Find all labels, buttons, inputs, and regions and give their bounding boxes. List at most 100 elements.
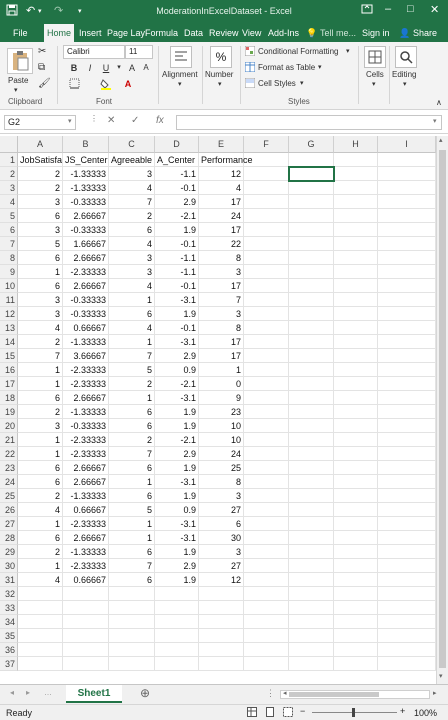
cell-d7[interactable]: -0.1 (155, 237, 199, 251)
next-sheet-icon[interactable]: ▸ (26, 688, 30, 697)
cell-e35[interactable] (199, 629, 244, 643)
alignment-button[interactable]: Alignment (162, 70, 198, 79)
cell-d30[interactable]: 2.9 (155, 559, 199, 573)
tab-review[interactable]: Review (209, 24, 239, 42)
row-header[interactable]: 8 (0, 251, 18, 265)
cell-a15[interactable]: 7 (18, 349, 63, 363)
cell-b15[interactable]: 3.66667 (63, 349, 109, 363)
row-header[interactable]: 11 (0, 293, 18, 307)
cell-i22[interactable] (378, 447, 436, 461)
cell-h30[interactable] (334, 559, 378, 573)
cell-f15[interactable] (244, 349, 289, 363)
cell-c21[interactable]: 2 (109, 433, 155, 447)
cell-d26[interactable]: 0.9 (155, 503, 199, 517)
row-header[interactable]: 18 (0, 391, 18, 405)
row-header[interactable]: 37 (0, 657, 18, 671)
borders-icon[interactable] (68, 78, 80, 90)
cell-g4[interactable] (289, 195, 334, 209)
new-sheet-icon[interactable]: ⊕ (140, 686, 150, 700)
cell-d32[interactable] (155, 587, 199, 601)
cell-e18[interactable]: 9 (199, 391, 244, 405)
cell-i33[interactable] (378, 601, 436, 615)
cell-a29[interactable]: 2 (18, 545, 63, 559)
close-icon[interactable]: ✕ (430, 3, 439, 16)
cell-e27[interactable]: 6 (199, 517, 244, 531)
row-header[interactable]: 16 (0, 363, 18, 377)
cell-d31[interactable]: 1.9 (155, 573, 199, 587)
paste-dropdown-icon[interactable]: ▾ (14, 86, 18, 94)
cell-i30[interactable] (378, 559, 436, 573)
cell-e14[interactable]: 17 (199, 335, 244, 349)
column-header-a[interactable]: A (18, 136, 63, 153)
cell-c18[interactable]: 1 (109, 391, 155, 405)
cell-i9[interactable] (378, 265, 436, 279)
cell-e16[interactable]: 1 (199, 363, 244, 377)
cell-i21[interactable] (378, 433, 436, 447)
cell-b25[interactable]: -1.33333 (63, 489, 109, 503)
cell-a26[interactable]: 4 (18, 503, 63, 517)
cell-d37[interactable] (155, 657, 199, 671)
cell-f10[interactable] (244, 279, 289, 293)
cell-h2[interactable] (334, 167, 378, 181)
cell-b12[interactable]: -0.33333 (63, 307, 109, 321)
cell-d4[interactable]: 2.9 (155, 195, 199, 209)
cell-h10[interactable] (334, 279, 378, 293)
cell-i19[interactable] (378, 405, 436, 419)
cell-c36[interactable] (109, 643, 155, 657)
font-name-select[interactable]: Calibri (63, 45, 125, 59)
cell-d19[interactable]: 1.9 (155, 405, 199, 419)
cell-d35[interactable] (155, 629, 199, 643)
cell-d11[interactable]: -3.1 (155, 293, 199, 307)
cell-c14[interactable]: 1 (109, 335, 155, 349)
cell-i26[interactable] (378, 503, 436, 517)
cell-b32[interactable] (63, 587, 109, 601)
tab-home[interactable]: Home (44, 24, 75, 42)
tab-view[interactable]: View (242, 24, 261, 42)
cell-b8[interactable]: 2.66667 (63, 251, 109, 265)
cell-f2[interactable] (244, 167, 289, 181)
tab-split-icon[interactable]: ⋮ (266, 688, 275, 699)
cell-g35[interactable] (289, 629, 334, 643)
cell-h27[interactable] (334, 517, 378, 531)
cell-h26[interactable] (334, 503, 378, 517)
cell-a20[interactable]: 3 (18, 419, 63, 433)
sheet-tab-sheet1[interactable]: Sheet1 (66, 685, 122, 703)
cell-a37[interactable] (18, 657, 63, 671)
cell-f28[interactable] (244, 531, 289, 545)
cell-a4[interactable]: 3 (18, 195, 63, 209)
cell-i11[interactable] (378, 293, 436, 307)
cell-f11[interactable] (244, 293, 289, 307)
row-header[interactable]: 22 (0, 447, 18, 461)
row-header[interactable]: 30 (0, 559, 18, 573)
alignment-icon[interactable] (170, 46, 192, 68)
cell-c23[interactable]: 6 (109, 461, 155, 475)
vertical-scrollbar[interactable]: ▴ ▾ (436, 136, 448, 684)
editing-button[interactable]: Editing (392, 70, 416, 79)
cell-c17[interactable]: 2 (109, 377, 155, 391)
cell-a28[interactable]: 6 (18, 531, 63, 545)
paste-label[interactable]: Paste (8, 76, 28, 85)
cell-c26[interactable]: 5 (109, 503, 155, 517)
cell-a16[interactable]: 1 (18, 363, 63, 377)
cell-d36[interactable] (155, 643, 199, 657)
cell-i20[interactable] (378, 419, 436, 433)
cell-c8[interactable]: 3 (109, 251, 155, 265)
cell-e10[interactable]: 17 (199, 279, 244, 293)
cell-e37[interactable] (199, 657, 244, 671)
horizontal-scroll-thumb[interactable] (289, 692, 379, 697)
cell-c4[interactable]: 7 (109, 195, 155, 209)
cell-b37[interactable] (63, 657, 109, 671)
cell-e15[interactable]: 17 (199, 349, 244, 363)
editing-search-icon[interactable] (395, 46, 417, 68)
tab-add-ins[interactable]: Add-Ins (268, 24, 299, 42)
cell-c29[interactable]: 6 (109, 545, 155, 559)
cell-e13[interactable]: 8 (199, 321, 244, 335)
cell-e23[interactable]: 25 (199, 461, 244, 475)
scroll-down-icon[interactable]: ▾ (439, 672, 443, 680)
row-header[interactable]: 5 (0, 209, 18, 223)
cell-e3[interactable]: 4 (199, 181, 244, 195)
cell-c33[interactable] (109, 601, 155, 615)
cell-d9[interactable]: -1.1 (155, 265, 199, 279)
cell-a10[interactable]: 6 (18, 279, 63, 293)
cell-h32[interactable] (334, 587, 378, 601)
